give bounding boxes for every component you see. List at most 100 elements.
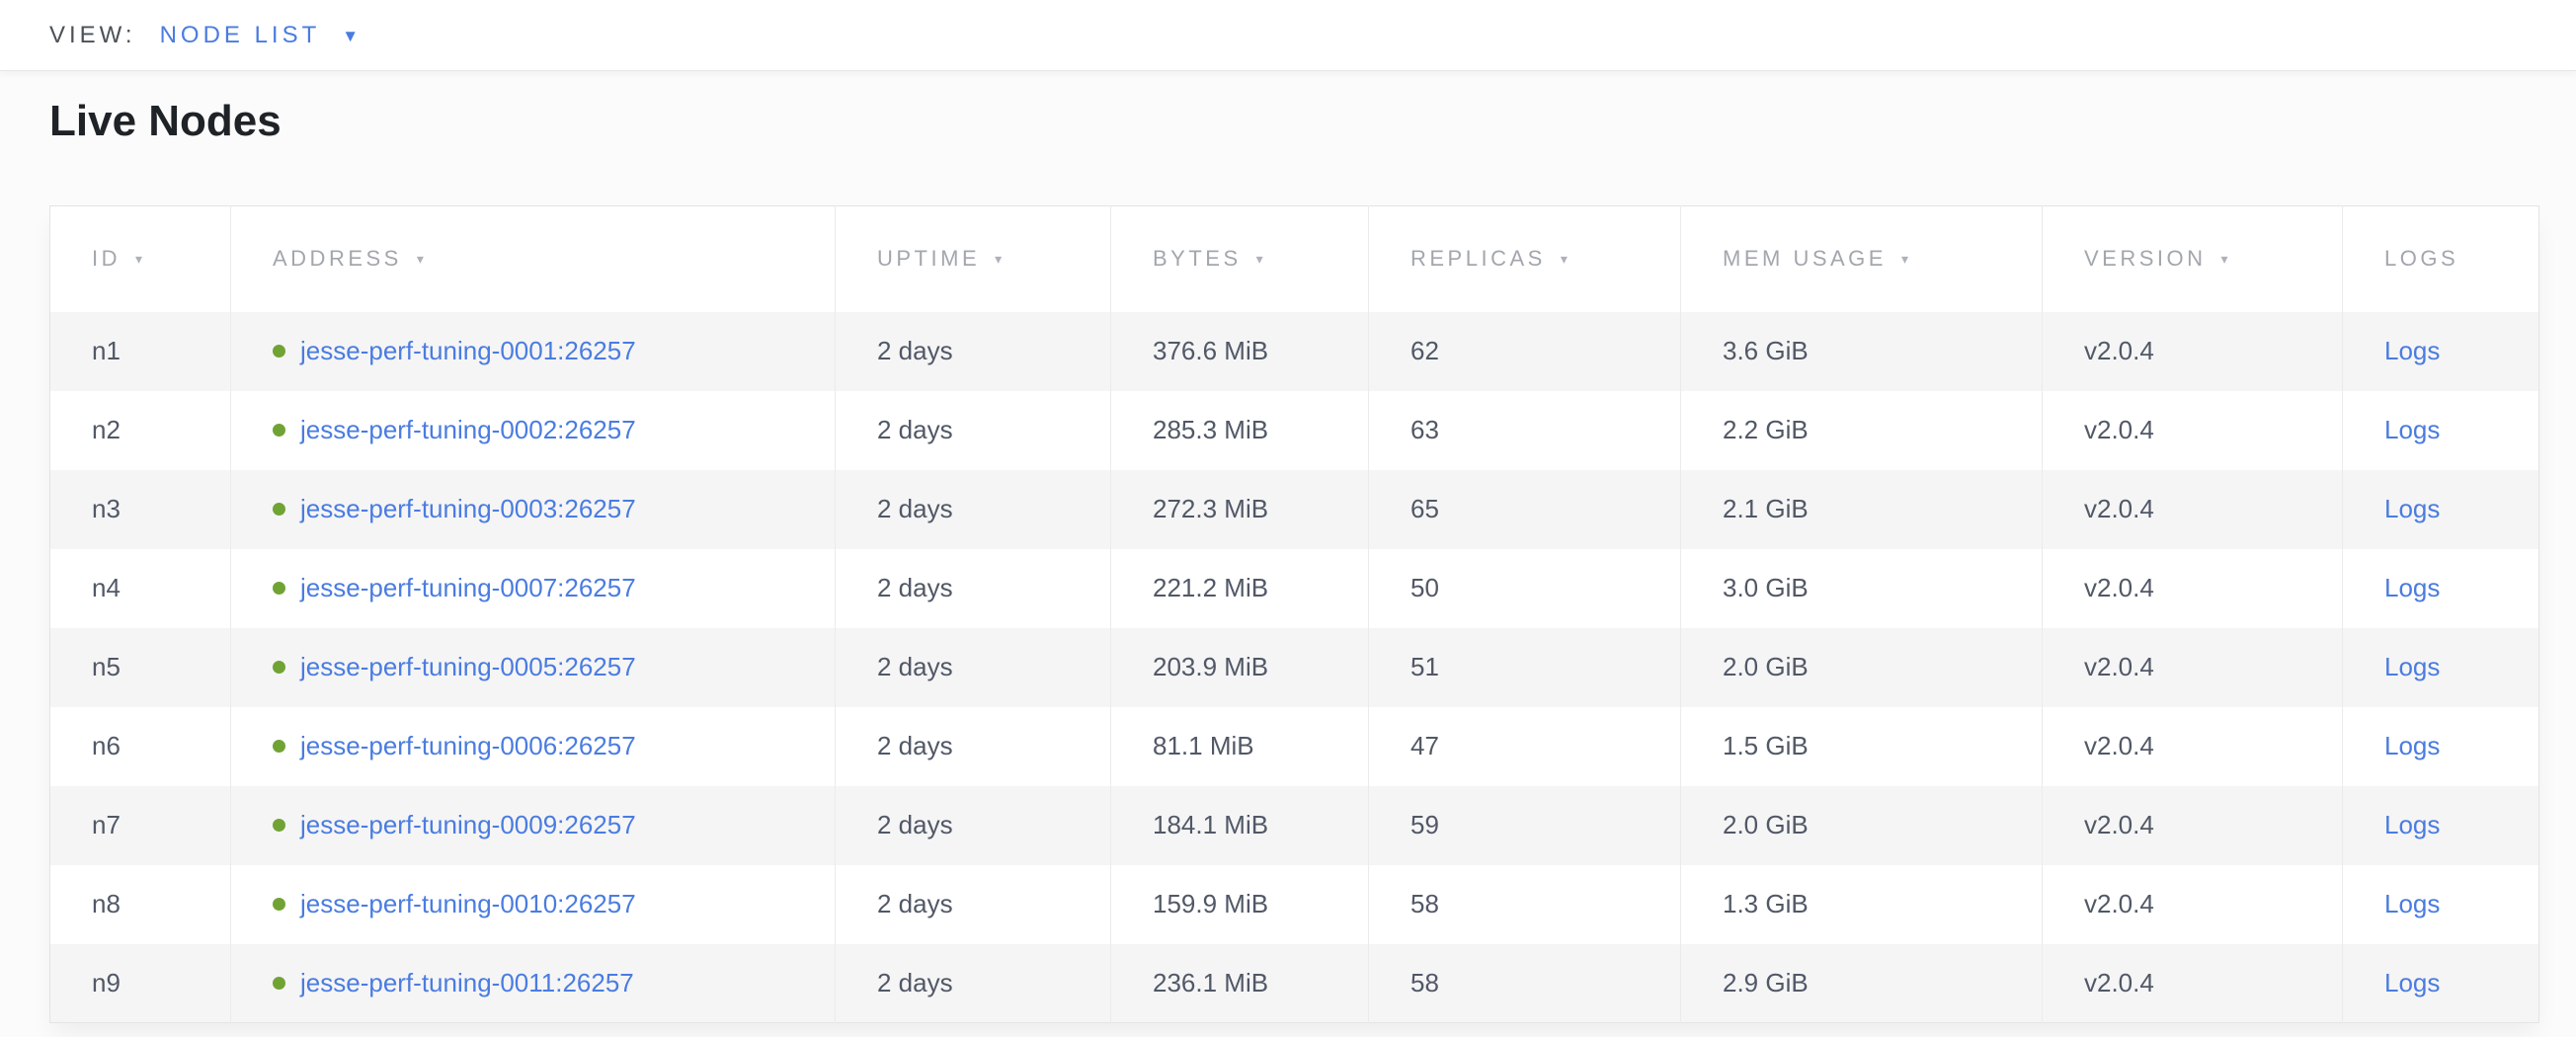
- live-dot-icon: [273, 898, 285, 911]
- node-address-link[interactable]: jesse-perf-tuning-0007:26257: [300, 573, 636, 602]
- node-bytes: 376.6 MiB: [1153, 336, 1268, 365]
- node-uptime: 2 days: [877, 415, 953, 444]
- node-logs-cell: Logs: [2343, 391, 2539, 470]
- node-uptime: 2 days: [877, 968, 953, 997]
- column-header-replicas[interactable]: REPLICAS▾: [1369, 206, 1681, 312]
- node-replicas: 50: [1410, 573, 1439, 602]
- node-version-cell: v2.0.4: [2043, 786, 2343, 865]
- node-id-cell: n1: [50, 312, 231, 391]
- chevron-down-icon: ▼: [342, 28, 362, 44]
- node-address-link[interactable]: jesse-perf-tuning-0001:26257: [300, 336, 636, 365]
- node-logs-cell: Logs: [2343, 944, 2539, 1023]
- node-uptime: 2 days: [877, 731, 953, 760]
- column-header-label: LOGS: [2384, 246, 2458, 271]
- node-mem-usage-cell: 3.6 GiB: [1681, 312, 2043, 391]
- node-address-link[interactable]: jesse-perf-tuning-0006:26257: [300, 731, 636, 760]
- node-mem-usage: 3.0 GiB: [1723, 573, 1809, 602]
- node-mem-usage-cell: 1.3 GiB: [1681, 865, 2043, 944]
- node-uptime-cell: 2 days: [836, 707, 1111, 786]
- node-mem-usage: 2.0 GiB: [1723, 652, 1809, 681]
- column-header-address[interactable]: ADDRESS▾: [231, 206, 836, 312]
- table-header-row: ID▾ ADDRESS▾ UPTIME▾ BYTES▾ REPLICAS▾ ME…: [50, 206, 2539, 312]
- node-bytes: 236.1 MiB: [1153, 968, 1268, 997]
- node-replicas-cell: 47: [1369, 707, 1681, 786]
- node-logs-link[interactable]: Logs: [2384, 731, 2440, 760]
- node-replicas-cell: 63: [1369, 391, 1681, 470]
- sort-arrow-icon: ▾: [1901, 251, 1912, 267]
- node-uptime: 2 days: [877, 652, 953, 681]
- node-mem-usage: 1.3 GiB: [1723, 889, 1809, 918]
- sort-arrow-icon: ▾: [1256, 251, 1267, 267]
- node-replicas-cell: 58: [1369, 944, 1681, 1023]
- node-address-link[interactable]: jesse-perf-tuning-0003:26257: [300, 494, 636, 523]
- node-logs-link[interactable]: Logs: [2384, 968, 2440, 997]
- node-mem-usage: 2.0 GiB: [1723, 810, 1809, 839]
- node-address-link[interactable]: jesse-perf-tuning-0005:26257: [300, 652, 636, 681]
- node-id: n6: [92, 731, 121, 760]
- column-header-label: BYTES: [1153, 246, 1242, 271]
- node-address-link[interactable]: jesse-perf-tuning-0010:26257: [300, 889, 636, 918]
- node-bytes-cell: 221.2 MiB: [1111, 549, 1369, 628]
- node-replicas-cell: 65: [1369, 470, 1681, 549]
- node-logs-link[interactable]: Logs: [2384, 652, 2440, 681]
- node-bytes: 221.2 MiB: [1153, 573, 1268, 602]
- node-replicas-cell: 51: [1369, 628, 1681, 707]
- node-address-cell: jesse-perf-tuning-0001:26257: [231, 312, 836, 391]
- node-version-cell: v2.0.4: [2043, 707, 2343, 786]
- table-row-n3: n3 jesse-perf-tuning-0003:26257 2 days 2…: [50, 470, 2539, 549]
- node-uptime-cell: 2 days: [836, 312, 1111, 391]
- node-logs-link[interactable]: Logs: [2384, 889, 2440, 918]
- table-row-n9: n9 jesse-perf-tuning-0011:26257 2 days 2…: [50, 944, 2539, 1023]
- node-id: n3: [92, 494, 121, 523]
- node-replicas: 63: [1410, 415, 1439, 444]
- node-mem-usage-cell: 1.5 GiB: [1681, 707, 2043, 786]
- node-logs-cell: Logs: [2343, 865, 2539, 944]
- node-address-link[interactable]: jesse-perf-tuning-0011:26257: [300, 968, 634, 997]
- node-logs-link[interactable]: Logs: [2384, 336, 2440, 365]
- node-replicas-cell: 58: [1369, 865, 1681, 944]
- column-header-version[interactable]: VERSION▾: [2043, 206, 2343, 312]
- node-logs-link[interactable]: Logs: [2384, 810, 2440, 839]
- node-logs-cell: Logs: [2343, 549, 2539, 628]
- node-id: n2: [92, 415, 121, 444]
- column-header-bytes[interactable]: BYTES ▾: [1111, 206, 1369, 312]
- column-header-label: ADDRESS: [273, 246, 402, 271]
- table-row-n6: n6 jesse-perf-tuning-0006:26257 2 days 8…: [50, 707, 2539, 786]
- node-bytes: 272.3 MiB: [1153, 494, 1268, 523]
- column-header-label: ID: [92, 246, 121, 271]
- column-header-mem-usage[interactable]: MEM USAGE▾: [1681, 206, 2043, 312]
- view-label: VIEW:: [49, 22, 136, 49]
- node-replicas: 58: [1410, 968, 1439, 997]
- node-bytes: 81.1 MiB: [1153, 731, 1254, 760]
- node-version-cell: v2.0.4: [2043, 549, 2343, 628]
- node-logs-link[interactable]: Logs: [2384, 494, 2440, 523]
- column-header-id[interactable]: ID▾: [50, 206, 231, 312]
- node-bytes-cell: 81.1 MiB: [1111, 707, 1369, 786]
- node-address-link[interactable]: jesse-perf-tuning-0009:26257: [300, 810, 636, 839]
- node-address-cell: jesse-perf-tuning-0002:26257: [231, 391, 836, 470]
- node-mem-usage: 3.6 GiB: [1723, 336, 1809, 365]
- node-id: n4: [92, 573, 121, 602]
- node-address-cell: jesse-perf-tuning-0005:26257: [231, 628, 836, 707]
- node-id-cell: n6: [50, 707, 231, 786]
- node-replicas-cell: 62: [1369, 312, 1681, 391]
- node-version-cell: v2.0.4: [2043, 312, 2343, 391]
- node-mem-usage-cell: 3.0 GiB: [1681, 549, 2043, 628]
- node-address-cell: jesse-perf-tuning-0009:26257: [231, 786, 836, 865]
- node-replicas: 62: [1410, 336, 1439, 365]
- node-replicas-cell: 59: [1369, 786, 1681, 865]
- column-header-logs: LOGS: [2343, 206, 2539, 312]
- node-bytes-cell: 272.3 MiB: [1111, 470, 1369, 549]
- node-bytes-cell: 203.9 MiB: [1111, 628, 1369, 707]
- node-id-cell: n4: [50, 549, 231, 628]
- node-logs-link[interactable]: Logs: [2384, 415, 2440, 444]
- view-dropdown[interactable]: NODE LIST ▼: [160, 22, 363, 49]
- live-dot-icon: [273, 503, 285, 516]
- live-dot-icon: [273, 740, 285, 753]
- table-row-n4: n4 jesse-perf-tuning-0007:26257 2 days 2…: [50, 549, 2539, 628]
- node-logs-link[interactable]: Logs: [2384, 573, 2440, 602]
- column-header-label: VERSION: [2084, 246, 2207, 271]
- node-replicas: 47: [1410, 731, 1439, 760]
- node-address-link[interactable]: jesse-perf-tuning-0002:26257: [300, 415, 636, 444]
- column-header-uptime[interactable]: UPTIME▾: [836, 206, 1111, 312]
